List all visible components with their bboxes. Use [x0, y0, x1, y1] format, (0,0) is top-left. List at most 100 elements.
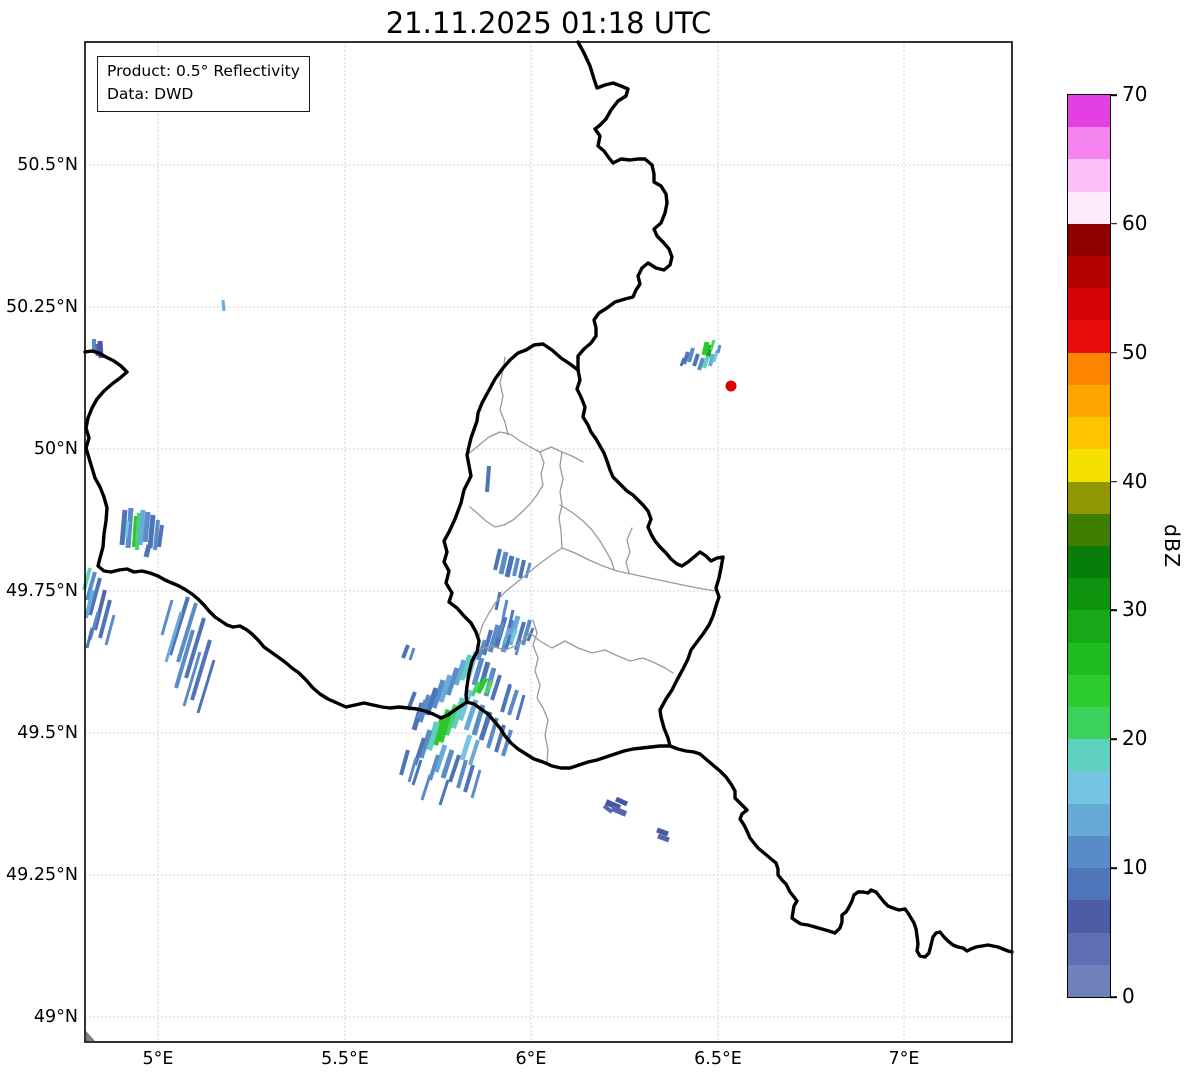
radar-echo-segment — [484, 679, 494, 694]
radar-echo-segment — [501, 599, 509, 619]
radar-echo-segment — [697, 357, 705, 371]
y-tick-label: 49.75°N — [6, 581, 78, 601]
admin-border-path — [469, 451, 545, 528]
colorbar-segment — [1068, 674, 1110, 708]
product-label: Product: 0.5° Reflectivity — [107, 62, 300, 80]
radar-figure: 21.11.2025 01:18 UTC Product: 0.5° Refle… — [0, 0, 1202, 1081]
radar-echo-segment — [692, 353, 700, 367]
radar-echo-segment — [504, 555, 515, 578]
radar-echo-segment — [221, 299, 226, 312]
radar-echo-segment — [657, 833, 670, 843]
radar-echo-segment — [470, 769, 482, 799]
y-tick-label: 50.25°N — [6, 297, 78, 317]
colorbar-segment — [1068, 159, 1110, 192]
colorbar-gradient — [1067, 94, 1111, 998]
y-tick-label: 49°N — [33, 1007, 78, 1027]
radar-echo-segment — [614, 796, 629, 807]
colorbar-tick-mark — [1110, 996, 1117, 998]
colorbar-axis-label: dBZ — [1160, 95, 1184, 997]
colorbar-tick-label: 50 — [1122, 339, 1148, 364]
colorbar-segment — [1068, 900, 1110, 933]
radar-echo-segment — [512, 557, 520, 577]
admin-border-path — [625, 527, 633, 574]
map-corner-wedge — [86, 1031, 95, 1041]
colorbar-segment — [1068, 642, 1110, 675]
colorbar-tick-mark — [1110, 867, 1117, 869]
radar-echo-segment — [498, 551, 509, 575]
radar-echo-segment — [160, 599, 174, 636]
colorbar-segment — [1068, 94, 1110, 128]
colorbar-tick-mark — [1110, 738, 1117, 741]
colorbar-tick-mark — [1110, 480, 1117, 483]
colorbar-segment — [1068, 223, 1110, 256]
radar-echo-segment — [708, 353, 715, 367]
colorbar-tick-mark — [1110, 223, 1117, 225]
colorbar-tick-mark — [1110, 94, 1117, 96]
radar-echo-segment — [104, 614, 116, 646]
colorbar-tick-label: 30 — [1122, 597, 1148, 622]
radar-echo-segment — [438, 779, 450, 806]
colorbar-tick-label: 20 — [1122, 726, 1148, 751]
colorbar-segment — [1068, 803, 1110, 836]
radar-echo-segment — [493, 548, 502, 571]
colorbar-segment — [1068, 513, 1110, 546]
colorbar-tick-mark — [1110, 351, 1117, 354]
colorbar-segment — [1068, 449, 1110, 482]
y-tick-label: 50.5°N — [17, 155, 78, 175]
colorbar-tick-label: 60 — [1122, 210, 1148, 235]
map-plot — [82, 40, 1014, 1043]
product-info-box: Product: 0.5° Reflectivity Data: DWD — [97, 56, 310, 112]
radar-site-marker — [725, 380, 737, 392]
colorbar-segment — [1068, 481, 1110, 514]
country-border-path — [668, 744, 1014, 959]
radar-echo-segment — [157, 524, 164, 548]
radar-echo-segment — [168, 596, 190, 656]
x-tick-label: 6.5°E — [694, 1049, 742, 1069]
x-tick-label: 6°E — [515, 1049, 547, 1069]
radar-echo-segment — [399, 749, 410, 776]
colorbar-segment — [1068, 964, 1110, 997]
colorbar-segment — [1068, 739, 1110, 772]
admin-border-path — [558, 451, 564, 549]
colorbar-segment — [1068, 352, 1110, 385]
radar-echo-segment — [507, 689, 519, 716]
radar-echo-segment — [701, 341, 710, 356]
radar-echo-segment — [408, 647, 416, 661]
colorbar-segment — [1068, 288, 1110, 321]
country-border-path — [576, 40, 674, 372]
colorbar-segment — [1068, 868, 1110, 901]
y-tick-label: 49.25°N — [6, 865, 78, 885]
colorbar-segment — [1068, 255, 1110, 289]
radar-echo-segment — [506, 683, 512, 695]
radar-echo-segment — [420, 774, 432, 801]
radar-echo-segment — [463, 764, 475, 793]
radar-echo-segment — [610, 805, 628, 817]
radar-echo-segment — [497, 621, 505, 639]
admin-border-path — [466, 431, 584, 463]
radar-echo-segment — [468, 739, 480, 766]
radar-echo-segment — [709, 339, 716, 351]
radar-echo-segment — [702, 355, 710, 369]
colorbar-tick-label: 40 — [1122, 468, 1148, 493]
x-tick-label: 7°E — [888, 1049, 920, 1069]
admin-border-path — [561, 547, 717, 592]
radar-echo-segment — [687, 347, 695, 363]
radar-echo-segment — [485, 465, 491, 493]
y-tick-label: 50°N — [33, 439, 78, 459]
radar-echo-segment — [712, 349, 719, 363]
radar-echo-segment — [119, 509, 128, 546]
x-tick-label: 5.5°E — [321, 1049, 369, 1069]
colorbar-segment — [1068, 707, 1110, 740]
colorbar-segment — [1068, 191, 1110, 224]
radar-echo-segment — [518, 559, 526, 579]
radar-echo-segment — [716, 344, 722, 354]
radar-echo-segment — [143, 544, 152, 558]
radar-echo-segment — [137, 509, 146, 546]
colorbar-tick-label: 0 — [1122, 984, 1135, 1008]
radar-echo-segment — [142, 511, 151, 543]
radar-echo-segment — [682, 351, 690, 365]
colorbar-tick-label: 10 — [1122, 855, 1148, 880]
colorbar-unit-label: dBZ — [1160, 523, 1184, 569]
colorbar-tick-label: 70 — [1122, 82, 1148, 106]
radar-echo-segment — [459, 734, 473, 761]
